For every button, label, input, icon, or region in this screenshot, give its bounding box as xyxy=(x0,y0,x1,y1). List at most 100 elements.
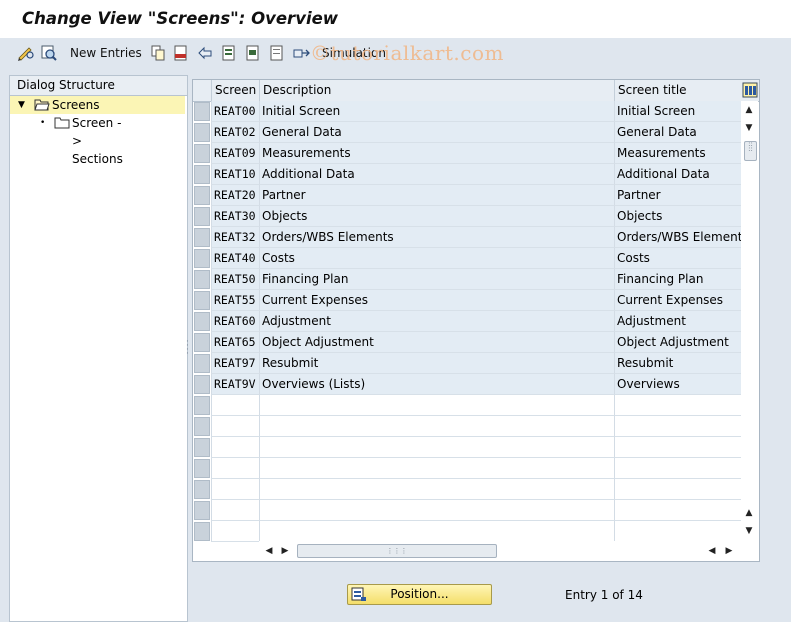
cell-description[interactable]: Additional Data xyxy=(259,164,614,185)
table-row[interactable]: REAT20 Partner Partner xyxy=(193,185,741,206)
row-selector[interactable] xyxy=(194,522,210,541)
column-settings-icon[interactable] xyxy=(742,82,758,98)
table-row[interactable]: REAT02 General Data General Data xyxy=(193,122,741,143)
cell-screen[interactable]: REAT09 xyxy=(211,143,259,164)
cell-description[interactable]: Orders/WBS Elements xyxy=(259,227,614,248)
cell-screen-title[interactable] xyxy=(614,437,741,458)
display-icon[interactable] xyxy=(40,44,58,62)
table-row[interactable] xyxy=(193,479,741,500)
cell-screen[interactable]: REAT32 xyxy=(211,227,259,248)
cell-screen[interactable]: REAT10 xyxy=(211,164,259,185)
scroll-right-icon[interactable]: ▶ xyxy=(279,545,291,557)
cell-screen-title[interactable]: Initial Screen xyxy=(614,101,741,122)
cell-description[interactable]: Object Adjustment xyxy=(259,332,614,353)
cell-screen-title[interactable] xyxy=(614,500,741,521)
cell-description[interactable]: Initial Screen xyxy=(259,101,614,122)
cell-screen[interactable]: REAT97 xyxy=(211,353,259,374)
table-row[interactable]: REAT60 Adjustment Adjustment xyxy=(193,311,741,332)
cell-description[interactable]: Measurements xyxy=(259,143,614,164)
cell-screen[interactable]: REAT60 xyxy=(211,311,259,332)
cell-screen-title[interactable] xyxy=(614,416,741,437)
select-all-icon[interactable] xyxy=(221,44,237,62)
table-row[interactable]: REAT10 Additional Data Additional Data xyxy=(193,164,741,185)
cell-description[interactable] xyxy=(259,458,614,479)
cell-description[interactable] xyxy=(259,521,614,542)
cell-description[interactable]: Objects xyxy=(259,206,614,227)
cell-screen[interactable] xyxy=(211,500,259,521)
cell-screen-title[interactable]: Additional Data xyxy=(614,164,741,185)
horizontal-scroll-thumb[interactable]: ⋮⋮⋮ xyxy=(297,544,497,558)
row-selector[interactable] xyxy=(194,165,210,184)
deselect-all-icon[interactable] xyxy=(269,44,285,62)
table-row[interactable]: REAT30 Objects Objects xyxy=(193,206,741,227)
cell-screen-title[interactable] xyxy=(614,395,741,416)
scroll-right-end-icon[interactable]: ▶ xyxy=(723,545,735,557)
cell-screen-title[interactable] xyxy=(614,458,741,479)
scroll-down-icon[interactable]: ▼ xyxy=(743,122,755,134)
cell-screen[interactable]: REAT00 xyxy=(211,101,259,122)
cell-screen-title[interactable]: Resubmit xyxy=(614,353,741,374)
cell-screen-title[interactable] xyxy=(614,521,741,542)
cell-screen-title[interactable]: Object Adjustment xyxy=(614,332,741,353)
row-selector[interactable] xyxy=(194,375,210,394)
scroll-left-end-icon[interactable]: ◀ xyxy=(706,545,718,557)
table-row[interactable] xyxy=(193,458,741,479)
row-selector[interactable] xyxy=(194,417,210,436)
horizontal-scrollbar[interactable]: ◀ ▶ ⋮⋮⋮ ◀ ▶ xyxy=(259,541,741,560)
row-selector[interactable] xyxy=(194,123,210,142)
table-row[interactable]: REAT09 Measurements Measurements xyxy=(193,143,741,164)
cell-screen[interactable] xyxy=(211,416,259,437)
cell-description[interactable]: General Data xyxy=(259,122,614,143)
row-selector[interactable] xyxy=(194,333,210,352)
row-selector[interactable] xyxy=(194,186,210,205)
scroll-left-icon[interactable]: ◀ xyxy=(263,545,275,557)
row-selector[interactable] xyxy=(194,396,210,415)
cell-screen[interactable] xyxy=(211,395,259,416)
cell-description[interactable] xyxy=(259,500,614,521)
cell-screen[interactable]: REAT65 xyxy=(211,332,259,353)
table-row[interactable] xyxy=(193,416,741,437)
transport-icon[interactable] xyxy=(293,44,311,62)
cell-description[interactable] xyxy=(259,479,614,500)
caret-down-icon[interactable]: ▼ xyxy=(18,96,25,114)
column-header-description[interactable]: Description xyxy=(259,80,614,101)
new-entries-button[interactable]: New Entries xyxy=(70,44,142,62)
cell-description[interactable]: Adjustment xyxy=(259,311,614,332)
cell-description[interactable] xyxy=(259,395,614,416)
table-row[interactable] xyxy=(193,500,741,521)
table-row[interactable]: REAT65 Object Adjustment Object Adjustment xyxy=(193,332,741,353)
cell-screen[interactable]: REAT30 xyxy=(211,206,259,227)
column-header-screen[interactable]: Screen xyxy=(211,80,259,101)
cell-screen[interactable]: REAT55 xyxy=(211,290,259,311)
cell-screen[interactable] xyxy=(211,521,259,542)
table-row[interactable]: REAT9V Overviews (Lists) Overviews xyxy=(193,374,741,395)
cell-screen-title[interactable]: Costs xyxy=(614,248,741,269)
tree-item-screens[interactable]: ▼ Screens xyxy=(10,96,185,114)
cell-screen-title[interactable]: Orders/WBS Elements xyxy=(614,227,741,248)
row-selector[interactable] xyxy=(194,501,210,520)
cell-screen[interactable]: REAT20 xyxy=(211,185,259,206)
cell-screen-title[interactable]: Measurements xyxy=(614,143,741,164)
cell-screen-title[interactable]: General Data xyxy=(614,122,741,143)
row-selector[interactable] xyxy=(194,459,210,478)
table-row[interactable] xyxy=(193,395,741,416)
table-row[interactable]: REAT40 Costs Costs xyxy=(193,248,741,269)
cell-description[interactable]: Resubmit xyxy=(259,353,614,374)
select-block-icon[interactable] xyxy=(245,44,261,62)
splitter-handle[interactable]: · · · · xyxy=(186,338,189,359)
cell-screen-title[interactable]: Adjustment xyxy=(614,311,741,332)
cell-screen-title[interactable]: Partner xyxy=(614,185,741,206)
table-row[interactable]: REAT50 Financing Plan Financing Plan xyxy=(193,269,741,290)
row-selector[interactable] xyxy=(194,312,210,331)
delete-icon[interactable] xyxy=(173,44,189,62)
cell-screen[interactable]: REAT40 xyxy=(211,248,259,269)
cell-screen[interactable] xyxy=(211,437,259,458)
edit-glasses-icon[interactable] xyxy=(17,44,35,62)
table-row[interactable]: REAT00 Initial Screen Initial Screen xyxy=(193,101,741,122)
cell-description[interactable]: Overviews (Lists) xyxy=(259,374,614,395)
cell-description[interactable] xyxy=(259,416,614,437)
cell-description[interactable]: Current Expenses xyxy=(259,290,614,311)
row-selector[interactable] xyxy=(194,228,210,247)
cell-description[interactable]: Partner xyxy=(259,185,614,206)
cell-screen[interactable]: REAT02 xyxy=(211,122,259,143)
